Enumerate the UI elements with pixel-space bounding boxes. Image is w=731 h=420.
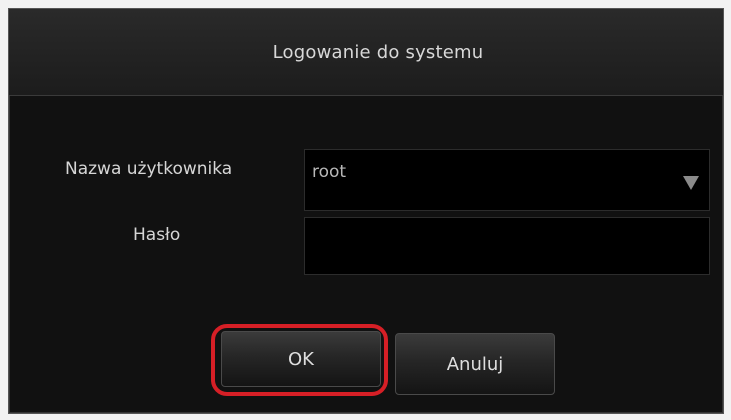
chevron-down-icon[interactable] <box>683 176 699 190</box>
password-label: Hasło <box>133 225 181 245</box>
username-value: root <box>312 162 347 182</box>
cancel-button-label: Anuluj <box>446 353 504 375</box>
ok-button[interactable]: OK <box>221 331 381 387</box>
password-field[interactable] <box>304 217 710 275</box>
dialog-titlebar: Logowanie do systemu <box>9 9 723 96</box>
dialog-title: Logowanie do systemu <box>272 41 484 63</box>
login-dialog: Logowanie do systemu Nazwa użytkownika r… <box>8 8 724 414</box>
username-label: Nazwa użytkownika <box>65 159 233 179</box>
cancel-button[interactable]: Anuluj <box>395 333 555 395</box>
ok-button-label: OK <box>288 348 314 370</box>
username-dropdown[interactable]: root <box>304 149 710 211</box>
